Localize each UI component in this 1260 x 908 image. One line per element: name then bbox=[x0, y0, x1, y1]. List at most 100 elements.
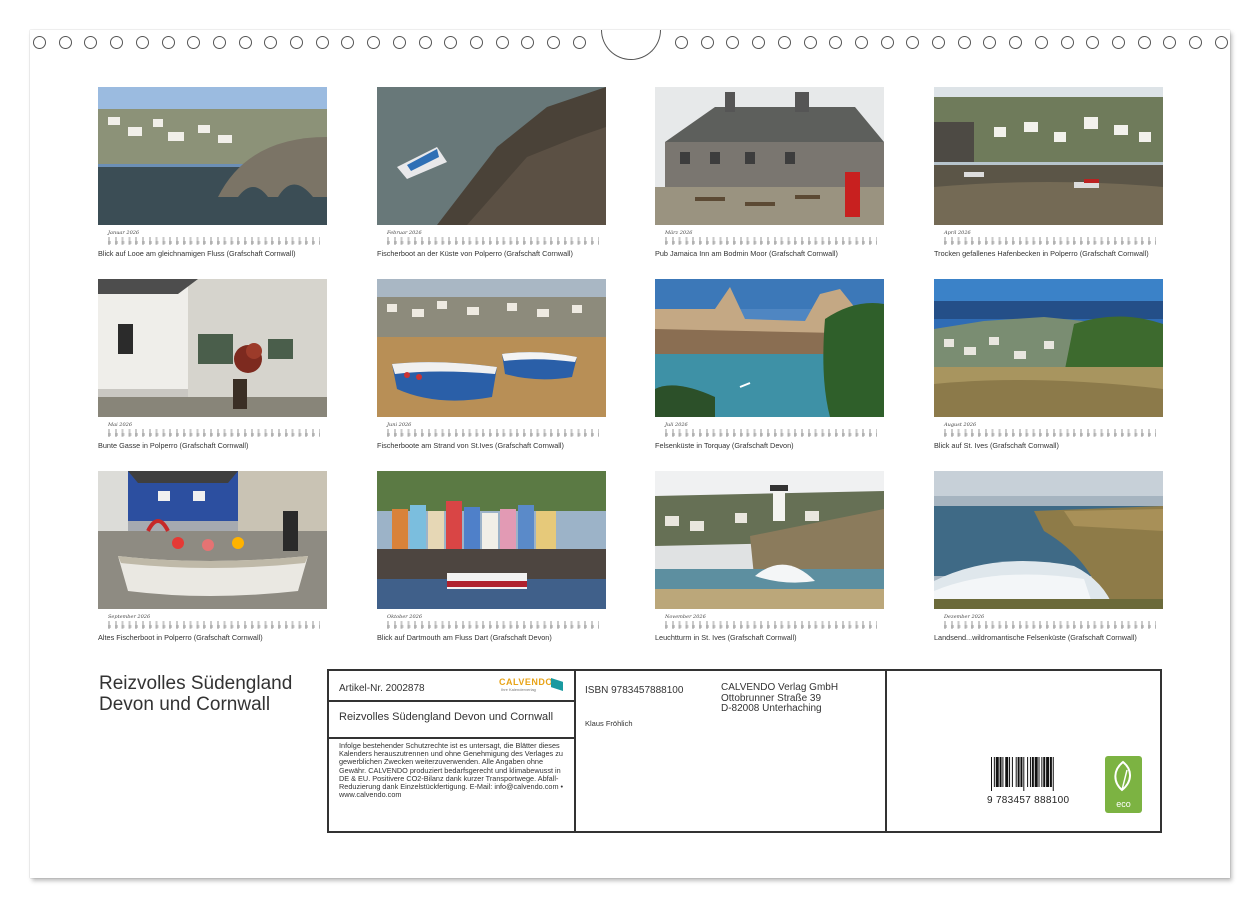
calendar-days-row bbox=[944, 625, 1156, 628]
binding-ring bbox=[367, 36, 381, 49]
barcode-bar bbox=[1009, 757, 1011, 787]
month-caption: Blick auf St. Ives (Grafschaft Cornwall) bbox=[934, 441, 1059, 450]
month-photo bbox=[934, 279, 1163, 417]
binding-ring bbox=[547, 36, 560, 49]
month-photo bbox=[655, 471, 884, 609]
binding-ring bbox=[521, 36, 535, 49]
calendar-days-row bbox=[665, 625, 877, 628]
divider bbox=[329, 737, 574, 739]
barcode-bar bbox=[1002, 757, 1004, 787]
calendar-days-row bbox=[944, 241, 1156, 244]
binding-ring bbox=[315, 36, 329, 49]
barcode-bar bbox=[1023, 757, 1025, 791]
binding-ring bbox=[1009, 36, 1023, 49]
calendar-days-row bbox=[387, 433, 599, 436]
divider bbox=[329, 700, 574, 702]
barcode-bar bbox=[1046, 757, 1050, 787]
binding-ring bbox=[238, 36, 252, 49]
binding-ring bbox=[726, 36, 740, 49]
month-name: Februar 2026 bbox=[387, 230, 422, 236]
month-photo bbox=[934, 471, 1163, 609]
month-photo bbox=[377, 279, 606, 417]
barcode-bar bbox=[1011, 757, 1013, 787]
month-name: April 2026 bbox=[944, 230, 971, 236]
month-photo bbox=[655, 279, 884, 417]
binding-ring bbox=[1034, 36, 1048, 49]
binding-ring bbox=[906, 36, 920, 49]
month-photo bbox=[98, 471, 327, 609]
binding-ring bbox=[880, 36, 894, 49]
barcode-bar bbox=[1041, 757, 1043, 787]
binding-ring bbox=[983, 36, 997, 49]
month-photo bbox=[377, 87, 606, 225]
binding-ring bbox=[803, 36, 817, 49]
month-caption: Blick auf Dartmouth am Fluss Dart (Grafs… bbox=[377, 633, 552, 642]
barcode-bar bbox=[1052, 757, 1054, 791]
calendar-title: Reizvolles Südengland Devon und Cornwall bbox=[99, 673, 293, 715]
month-caption: Altes Fischerboot in Polperro (Grafschaf… bbox=[98, 633, 263, 642]
barcode-bar bbox=[1031, 757, 1034, 787]
binding-ring bbox=[1163, 36, 1177, 49]
month-photo bbox=[98, 87, 327, 225]
binding-ring bbox=[829, 36, 843, 49]
month-name: Oktober 2026 bbox=[387, 614, 423, 620]
barcode-bar bbox=[1049, 757, 1052, 787]
author: Klaus Fröhlich bbox=[585, 719, 633, 728]
divider bbox=[574, 671, 576, 831]
calendar-days-row bbox=[108, 625, 320, 628]
binding-ring bbox=[161, 36, 175, 49]
barcode-bar bbox=[1029, 757, 1031, 787]
barcode-bar bbox=[999, 757, 1002, 787]
product-title: Reizvolles Südengland Devon und Cornwall bbox=[339, 711, 554, 723]
month-caption: Pub Jamaica Inn am Bodmin Moor (Grafscha… bbox=[655, 249, 838, 258]
binding-ring bbox=[469, 36, 483, 49]
binding-ring bbox=[675, 36, 688, 49]
barcode-bar bbox=[1015, 757, 1017, 787]
calendar-days-row bbox=[665, 241, 877, 244]
calendar-days-row bbox=[387, 241, 599, 244]
month-caption: Trocken gefallenes Hafenbecken in Polper… bbox=[934, 249, 1149, 258]
calendar-days-row bbox=[108, 433, 320, 436]
barcode-bar bbox=[1034, 757, 1038, 787]
binding-ring bbox=[135, 36, 149, 49]
month-photo bbox=[655, 87, 884, 225]
binding-ring bbox=[341, 36, 355, 49]
binding-ring bbox=[700, 36, 714, 49]
calendar-days-row bbox=[108, 241, 320, 244]
month-caption: Leuchtturm in St. Ives (Grafschaft Cornw… bbox=[655, 633, 797, 642]
barcode-bar bbox=[1005, 757, 1009, 787]
month-name: Juli 2026 bbox=[665, 422, 688, 428]
month-name: November 2026 bbox=[665, 614, 706, 620]
binding-ring bbox=[1137, 36, 1151, 49]
calendar-days-row bbox=[387, 625, 599, 628]
binding-ring bbox=[84, 36, 98, 49]
month-photo bbox=[98, 279, 327, 417]
binding-ring bbox=[777, 36, 791, 49]
month-name: März 2026 bbox=[665, 230, 693, 236]
barcode: 9 783457 888100 bbox=[987, 757, 1081, 806]
binding-ring bbox=[33, 36, 46, 49]
binding-ring bbox=[1111, 36, 1125, 49]
binding-ring bbox=[58, 36, 72, 49]
barcode-bar bbox=[1027, 757, 1029, 787]
binding-ring bbox=[1214, 36, 1228, 49]
month-caption: Fischerboot an der Küste von Polperro (G… bbox=[377, 249, 573, 258]
month-caption: Landsend...wildromantische Felsenküste (… bbox=[934, 633, 1137, 642]
binding-ring bbox=[854, 36, 868, 49]
barcode-bar bbox=[993, 757, 995, 787]
binding-ring bbox=[264, 36, 278, 49]
binding-ring bbox=[1060, 36, 1074, 49]
binding-ring bbox=[212, 36, 226, 49]
barcode-bar bbox=[991, 757, 992, 791]
calvendo-logo: CALVENDO Ihre Kalenderverlag bbox=[499, 677, 565, 693]
month-photo bbox=[934, 87, 1163, 225]
binding-ring bbox=[290, 36, 303, 49]
info-panel: Artikel-Nr. 2002878 CALVENDO Ihre Kalend… bbox=[327, 669, 1162, 833]
binding-ring bbox=[444, 36, 458, 49]
month-name: September 2026 bbox=[108, 614, 151, 620]
binding-ring bbox=[110, 36, 124, 49]
month-caption: Blick auf Looe am gleichnamigen Fluss (G… bbox=[98, 249, 296, 258]
calendar-days-row bbox=[665, 433, 877, 436]
binding-ring bbox=[1189, 36, 1202, 49]
month-name: Januar 2026 bbox=[108, 230, 140, 236]
